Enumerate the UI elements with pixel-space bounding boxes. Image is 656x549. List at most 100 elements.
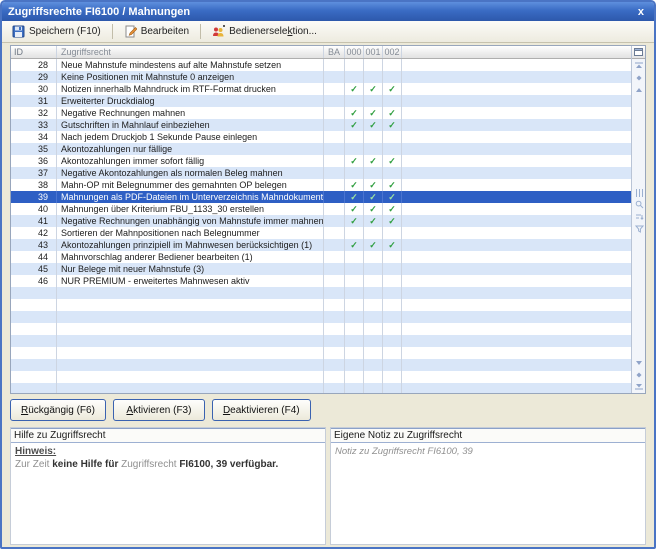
dialog-window: Zugriffsrechte FI6100 / Mahnungen x Spei… bbox=[0, 0, 656, 549]
scroll-page-up-icon[interactable] bbox=[633, 72, 645, 83]
table-cell: ✓ bbox=[383, 191, 402, 203]
table-cell: Negative Akontozahlungen als normalen Be… bbox=[57, 167, 324, 179]
table-cell: Notizen innerhalb Mahndruck im RTF-Forma… bbox=[57, 83, 324, 95]
table-cell: ✓ bbox=[345, 107, 364, 119]
column-header-zugriffsrecht[interactable]: Zugriffsrecht bbox=[57, 46, 324, 58]
title-bar[interactable]: Zugriffsrechte FI6100 / Mahnungen x bbox=[2, 2, 654, 21]
table-cell bbox=[345, 167, 364, 179]
table-cell bbox=[402, 95, 631, 107]
help-panel-title: Hilfe zu Zugriffsrecht bbox=[11, 428, 325, 443]
table-row-empty[interactable] bbox=[11, 335, 631, 347]
table-cell bbox=[345, 71, 364, 83]
table-cell: Gutschriften in Mahnlauf einbeziehen bbox=[57, 119, 324, 131]
column-header-id[interactable]: ID bbox=[11, 46, 57, 58]
table-cell: ✓ bbox=[383, 83, 402, 95]
table-cell bbox=[324, 359, 345, 371]
close-button[interactable]: x bbox=[634, 6, 648, 18]
table-cell: Akontozahlungen nur fällige bbox=[57, 143, 324, 155]
edit-icon bbox=[124, 25, 137, 38]
filter-icon[interactable] bbox=[633, 223, 645, 234]
column-header-ba[interactable]: BA bbox=[324, 46, 345, 58]
table-row[interactable]: 46NUR PREMIUM - erweitertes Mahnwesen ak… bbox=[11, 275, 631, 287]
bottom-panels: Hilfe zu Zugriffsrecht Hinweis: Zur Zeit… bbox=[10, 427, 646, 545]
table-cell bbox=[383, 311, 402, 323]
table-cell: Mahnvorschlag anderer Bediener bearbeite… bbox=[57, 251, 324, 263]
table-cell bbox=[402, 359, 631, 371]
table-cell: ✓ bbox=[364, 239, 383, 251]
table-cell bbox=[364, 347, 383, 359]
save-button[interactable]: Speichern (F10) bbox=[6, 22, 107, 41]
table-row[interactable]: 34Nach jedem Druckjob 1 Sekunde Pause ei… bbox=[11, 131, 631, 143]
table-row[interactable]: 29Keine Positionen mit Mahnstufe 0 anzei… bbox=[11, 71, 631, 83]
column-width-icon[interactable] bbox=[633, 187, 645, 198]
table-row[interactable]: 31Erweiterter Druckdialog bbox=[11, 95, 631, 107]
table-row-empty[interactable] bbox=[11, 323, 631, 335]
table-cell: ✓ bbox=[345, 203, 364, 215]
undo-button[interactable]: Rückgängig (F6) bbox=[10, 399, 106, 421]
table-cell bbox=[57, 383, 324, 393]
scroll-to-bottom-icon[interactable] bbox=[633, 381, 645, 392]
table-row[interactable]: 33Gutschriften in Mahnlauf einbeziehen✓✓… bbox=[11, 119, 631, 131]
table-cell: 40 bbox=[11, 203, 57, 215]
scroll-down-icon[interactable] bbox=[633, 357, 645, 368]
table-cell: ✓ bbox=[345, 215, 364, 227]
table-cell bbox=[383, 263, 402, 275]
vertical-scrollbar[interactable] bbox=[631, 46, 645, 393]
table-cell bbox=[57, 359, 324, 371]
table-row[interactable]: 36Akontozahlungen immer sofort fällig✓✓✓ bbox=[11, 155, 631, 167]
table-row[interactable]: 38Mahn-OP mit Belegnummer des gemahnten … bbox=[11, 179, 631, 191]
table-row[interactable]: 32Negative Rechnungen mahnen✓✓✓ bbox=[11, 107, 631, 119]
scroll-page-down-icon[interactable] bbox=[633, 369, 645, 380]
table-cell bbox=[57, 371, 324, 383]
table-row[interactable]: 28Neue Mahnstufe mindestens auf alte Mah… bbox=[11, 59, 631, 71]
table-cell bbox=[402, 239, 631, 251]
scroll-up-icon[interactable] bbox=[633, 84, 645, 95]
table-cell: Nach jedem Druckjob 1 Sekunde Pause einl… bbox=[57, 131, 324, 143]
note-panel-body[interactable]: Notiz zu Zugriffsrecht FI6100, 39 bbox=[331, 443, 645, 544]
table-row[interactable]: 45Nur Belege mit neuer Mahnstufe (3) bbox=[11, 263, 631, 275]
edit-button[interactable]: Bearbeiten bbox=[118, 22, 195, 41]
table-cell bbox=[383, 59, 402, 71]
table-row-empty[interactable] bbox=[11, 371, 631, 383]
table-row-empty[interactable] bbox=[11, 311, 631, 323]
table-row-empty[interactable] bbox=[11, 383, 631, 393]
column-header-000[interactable]: 000 bbox=[345, 46, 364, 58]
column-header-001[interactable]: 001 bbox=[364, 46, 383, 58]
table-row[interactable]: 43Akontozahlungen prinzipiell im Mahnwes… bbox=[11, 239, 631, 251]
table-cell: ✓ bbox=[364, 119, 383, 131]
user-selection-button[interactable]: Bedienerselektion... bbox=[206, 22, 323, 41]
table-cell: ✓ bbox=[364, 203, 383, 215]
table-row-empty[interactable] bbox=[11, 359, 631, 371]
table-row-empty[interactable] bbox=[11, 347, 631, 359]
table-cell bbox=[324, 227, 345, 239]
column-chooser-button[interactable] bbox=[632, 46, 645, 59]
table-row[interactable]: 35Akontozahlungen nur fällige bbox=[11, 143, 631, 155]
table-row[interactable]: 37Negative Akontozahlungen als normalen … bbox=[11, 167, 631, 179]
sort-icon[interactable] bbox=[633, 211, 645, 222]
table-cell bbox=[383, 287, 402, 299]
scrollbar-track[interactable] bbox=[632, 59, 645, 393]
table-header-row[interactable]: ID Zugriffsrecht BA 000 001 002 bbox=[11, 46, 631, 59]
scroll-to-top-icon[interactable] bbox=[633, 60, 645, 71]
search-icon[interactable] bbox=[633, 199, 645, 210]
table-row[interactable]: 42Sortieren der Mahnpositionen nach Bele… bbox=[11, 227, 631, 239]
table-cell: ✓ bbox=[364, 155, 383, 167]
table-row[interactable]: 44Mahnvorschlag anderer Bediener bearbei… bbox=[11, 251, 631, 263]
table-row[interactable]: 41Negative Rechnungen unabhängig von Mah… bbox=[11, 215, 631, 227]
table-cell: Mahnungen über Kriterium FBU_1133_30 ers… bbox=[57, 203, 324, 215]
table-cell bbox=[324, 239, 345, 251]
table-cell: Negative Rechnungen mahnen bbox=[57, 107, 324, 119]
table-cell: 41 bbox=[11, 215, 57, 227]
table-row[interactable]: 30Notizen innerhalb Mahndruck im RTF-For… bbox=[11, 83, 631, 95]
activate-button[interactable]: Aktivieren (F3) bbox=[113, 399, 205, 421]
help-heading: Hinweis: bbox=[15, 445, 321, 458]
table-row[interactable]: 40Mahnungen über Kriterium FBU_1133_30 e… bbox=[11, 203, 631, 215]
column-header-002[interactable]: 002 bbox=[383, 46, 402, 58]
table-row[interactable]: 39Mahnungen als PDF-Dateien im Unterverz… bbox=[11, 191, 631, 203]
table-cell bbox=[57, 299, 324, 311]
table-row-empty[interactable] bbox=[11, 287, 631, 299]
deactivate-button[interactable]: Deaktivieren (F4) bbox=[212, 399, 311, 421]
table-cell bbox=[324, 95, 345, 107]
table-row-empty[interactable] bbox=[11, 299, 631, 311]
user-selection-button-label: Bedienerselektion... bbox=[229, 26, 317, 37]
